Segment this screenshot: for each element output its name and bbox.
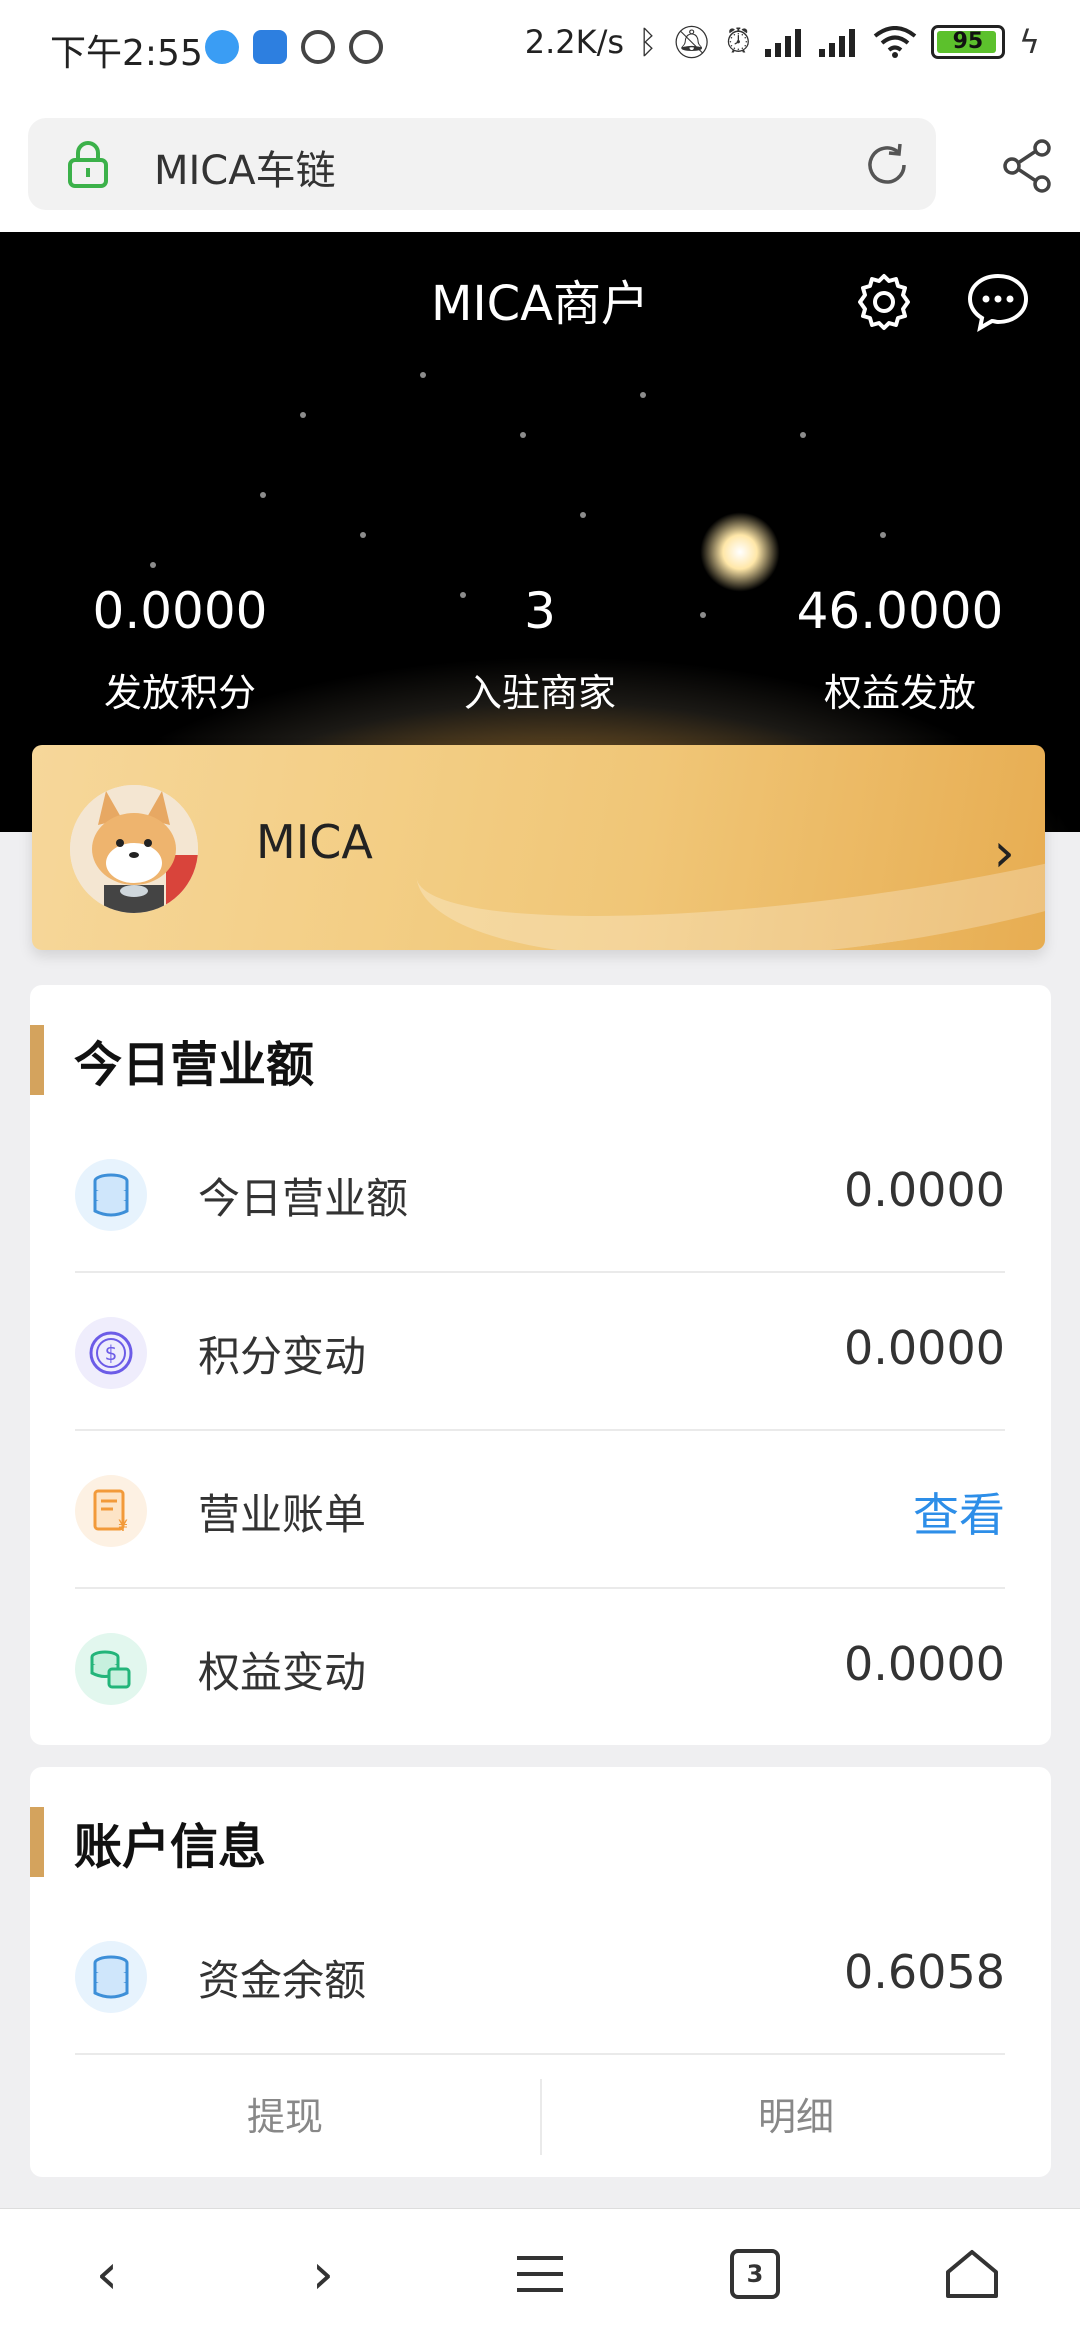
- stat-label: 发放积分: [103, 671, 256, 715]
- forward-icon[interactable]: ›: [288, 2239, 358, 2309]
- card-decoration: [398, 745, 1045, 950]
- tabs-button[interactable]: 3: [720, 2239, 790, 2309]
- hero-glow: [700, 512, 780, 592]
- list-item-today-revenue[interactable]: 今日营业额 0.0000: [75, 1115, 1005, 1273]
- stat-label: 入驻商家: [463, 671, 616, 715]
- at-sign-icon: [301, 30, 335, 64]
- card-title: 账户信息: [30, 1807, 266, 1877]
- stat-merchants: 3 入驻商家: [360, 582, 720, 717]
- details-button[interactable]: 明细: [541, 2055, 1051, 2179]
- tab-count: 3: [730, 2249, 780, 2299]
- stat-rights-issued: 46.0000 权益发放: [720, 582, 1080, 717]
- network-speed: 2.2K/s: [524, 22, 625, 61]
- merchant-card[interactable]: MICA ›: [32, 745, 1045, 950]
- today-revenue-card: 今日营业额 今日营业额 0.0000 $ 积分变动 0.0000 ¥ 营业账单 …: [30, 985, 1051, 1745]
- list-item-rights-change[interactable]: 权益变动 0.0000: [75, 1589, 1005, 1747]
- wifi-icon: [873, 25, 917, 58]
- coin-stack-icon: [75, 1159, 147, 1231]
- battery-icon: 95: [930, 24, 1005, 59]
- row-value: 0.0000: [844, 1637, 1005, 1691]
- browser-toolbar: MICA车链: [0, 100, 1080, 232]
- coin-stack-icon: [75, 1941, 147, 2013]
- signal-icon: [818, 28, 855, 57]
- home-icon[interactable]: [937, 2239, 1007, 2309]
- menu-icon[interactable]: [505, 2239, 575, 2309]
- coins-icon: [75, 1633, 147, 1705]
- list-item-business-bill[interactable]: ¥ 营业账单 查看: [75, 1431, 1005, 1589]
- browser-nav-bar: ‹ › 3: [0, 2208, 1080, 2340]
- merchant-page-title: MICA商户: [431, 276, 649, 332]
- svg-text:$: $: [105, 1341, 118, 1365]
- notification-icons: [205, 30, 383, 64]
- row-label: 权益变动: [198, 1648, 367, 1697]
- withdraw-button[interactable]: 提现: [30, 2055, 540, 2179]
- signal-icon: [764, 28, 801, 57]
- hero-banner: MICA商户 0.0000 发放积分 3 入驻商家 46.0000 权益发放: [0, 232, 1080, 832]
- card-title: 今日营业额: [30, 1025, 314, 1095]
- avatar: [70, 785, 198, 913]
- reload-icon[interactable]: [860, 138, 914, 192]
- stat-value: 0.0000: [92, 582, 268, 640]
- list-item-balance[interactable]: 资金余额 0.6058: [75, 1897, 1005, 2055]
- bluetooth-icon: ᛒ: [638, 22, 658, 61]
- alarm-icon: ⏰︎: [725, 22, 751, 60]
- app-notification-icon: [253, 30, 287, 64]
- stat-issued-points: 0.0000 发放积分: [0, 582, 360, 717]
- row-label: 资金余额: [198, 1956, 367, 2005]
- app-notification-icon: [205, 30, 239, 64]
- back-icon[interactable]: ‹: [72, 2239, 142, 2309]
- svg-text:¥: ¥: [118, 1516, 128, 1535]
- status-right: 2.2K/s ᛒ 🔕︎ ⏰︎ 95 ϟ: [525, 22, 1040, 61]
- row-label: 营业账单: [198, 1490, 367, 1539]
- row-label: 积分变动: [198, 1332, 367, 1381]
- status-bar: 下午2:55 2.2K/s ᛒ 🔕︎ ⏰︎ 95 ϟ: [0, 0, 1080, 100]
- stat-value: 3: [524, 582, 556, 640]
- address-bar[interactable]: MICA车链: [28, 118, 936, 210]
- list-item-points-change[interactable]: $ 积分变动 0.0000: [75, 1273, 1005, 1431]
- charging-icon: ϟ: [1018, 22, 1040, 61]
- row-label: 今日营业额: [198, 1174, 409, 1223]
- stat-value: 46.0000: [796, 582, 1004, 640]
- merchant-name: MICA: [256, 815, 373, 869]
- mute-icon: 🔕︎: [671, 22, 712, 61]
- chevron-right-icon: ›: [993, 821, 1015, 884]
- shiba-avatar-icon: [70, 785, 198, 913]
- chat-icon[interactable]: [966, 270, 1030, 334]
- dollar-circle-icon: $: [75, 1317, 147, 1389]
- bill-icon: ¥: [75, 1475, 147, 1547]
- status-time: 下午2:55: [50, 33, 203, 74]
- account-info-card: 账户信息 资金余额 0.6058 提现 明细: [30, 1767, 1051, 2177]
- account-actions: 提现 明细: [30, 2055, 1051, 2179]
- at-sign-icon: [349, 30, 383, 64]
- row-value: 0.6058: [844, 1945, 1005, 1999]
- row-value: 0.0000: [844, 1321, 1005, 1375]
- gear-icon[interactable]: [852, 270, 916, 334]
- view-link[interactable]: 查看: [913, 1479, 1005, 1545]
- stat-label: 权益发放: [823, 671, 976, 715]
- row-value: 0.0000: [844, 1163, 1005, 1217]
- page-title: MICA车链: [154, 148, 336, 194]
- share-icon[interactable]: [998, 136, 1058, 196]
- battery-level: 95: [952, 29, 984, 54]
- lock-icon: [68, 141, 108, 188]
